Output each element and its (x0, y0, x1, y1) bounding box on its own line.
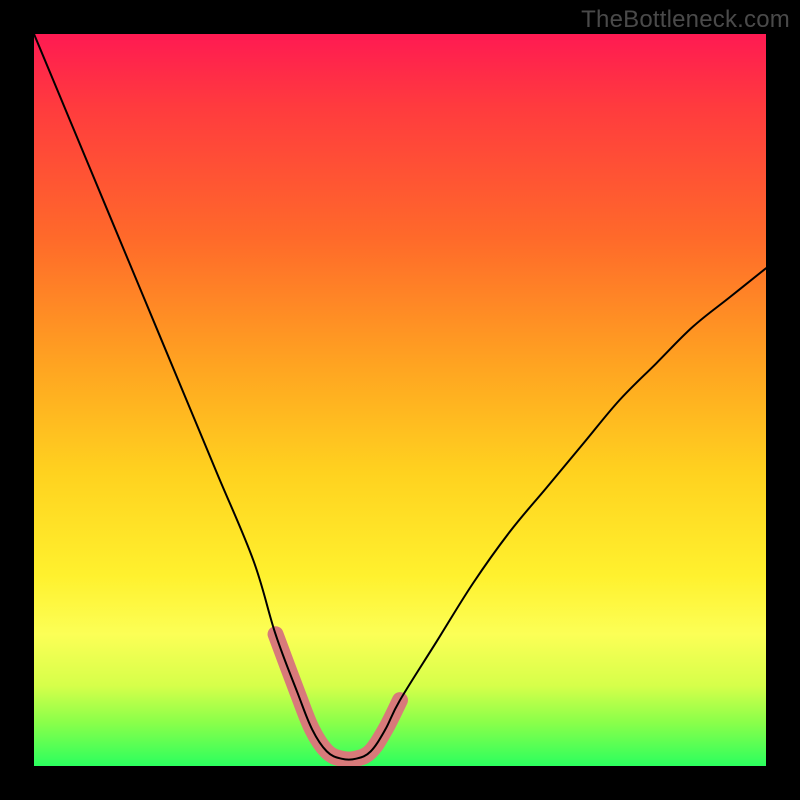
bottleneck-curve (34, 34, 766, 760)
chart-frame: TheBottleneck.com (0, 0, 800, 800)
plot-area (34, 34, 766, 766)
curve-svg (34, 34, 766, 766)
watermark-text: TheBottleneck.com (581, 6, 790, 34)
trough-highlight (276, 634, 400, 759)
